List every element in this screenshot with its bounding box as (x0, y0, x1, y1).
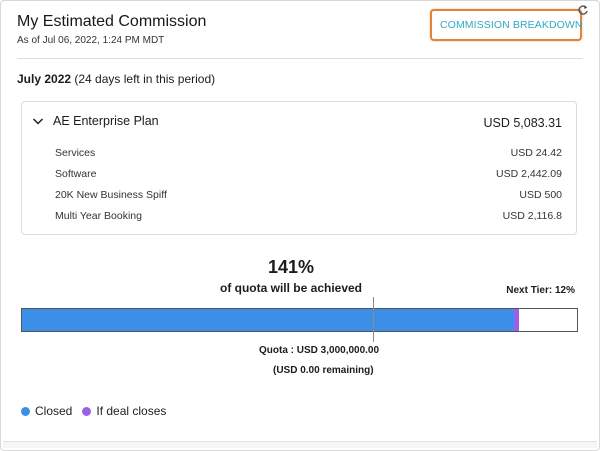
quota-marker (373, 297, 374, 342)
plan-row: Services USD 24.42 (55, 142, 562, 163)
as-of-timestamp: As of Jul 06, 2022, 1:24 PM MDT (17, 35, 165, 46)
bottom-strip (3, 441, 597, 448)
header-divider (17, 58, 583, 59)
plan-row: 20K New Business Spiff USD 500 (55, 184, 562, 205)
legend-label: Closed (35, 404, 73, 418)
quota-percent: 141% (267, 257, 315, 277)
plan-row-value: USD 2,442.09 (496, 167, 562, 180)
legend-item-if-deal: If deal closes (82, 404, 166, 418)
commission-breakdown-button[interactable]: COMMISSION BREAKDOWN (430, 9, 582, 41)
progress-if-deal-segment (514, 309, 519, 331)
legend: Closed If deal closes (21, 404, 176, 418)
plan-row: Multi Year Booking USD 2,116.8 (55, 205, 562, 226)
plan-row: Software USD 2,442.09 (55, 163, 562, 184)
plan-row-value: USD 500 (519, 188, 562, 201)
plan-row-label: 20K New Business Spiff (55, 188, 167, 201)
plan-card: AE Enterprise Plan USD 5,083.31 Services… (21, 101, 577, 235)
plan-rows: Services USD 24.42 Software USD 2,442.09… (55, 142, 562, 226)
period-heading: July 2022 (24 days left in this period) (17, 72, 215, 86)
commission-widget: My Estimated Commission As of Jul 06, 20… (0, 0, 600, 451)
legend-dot-if-deal (82, 406, 92, 416)
period-days-left: (24 days left in this period) (71, 72, 216, 86)
plan-name: AE Enterprise Plan (53, 114, 159, 128)
plan-total: USD 5,083.31 (483, 116, 562, 130)
legend-label: If deal closes (96, 404, 167, 418)
quota-remaining: (USD 0.00 remaining) (273, 365, 374, 376)
plan-row-value: USD 2,116.8 (502, 209, 562, 222)
quota-progress-bar (21, 308, 578, 332)
chevron-down-icon (32, 118, 44, 125)
plan-row-label: Services (55, 146, 96, 159)
plan-header-toggle[interactable]: AE Enterprise Plan (32, 114, 159, 128)
widget-title: My Estimated Commission (17, 13, 207, 30)
quota-amount: Quota : USD 3,000,000.00 (259, 345, 380, 356)
next-tier-label: Next Tier: 12% (506, 285, 575, 296)
period-name: July 2022 (17, 72, 72, 86)
quota-caption: of quota will be achieved (219, 281, 363, 295)
progress-closed-segment (22, 309, 514, 331)
commission-breakdown-label: COMMISSION BREAKDOWN (440, 19, 583, 31)
plan-row-value: USD 24.42 (510, 146, 562, 159)
plan-row-label: Software (55, 167, 97, 180)
plan-row-label: Multi Year Booking (55, 209, 142, 222)
refresh-icon[interactable] (577, 4, 589, 16)
legend-dot-closed (21, 406, 30, 416)
legend-item-closed: Closed (21, 404, 72, 418)
